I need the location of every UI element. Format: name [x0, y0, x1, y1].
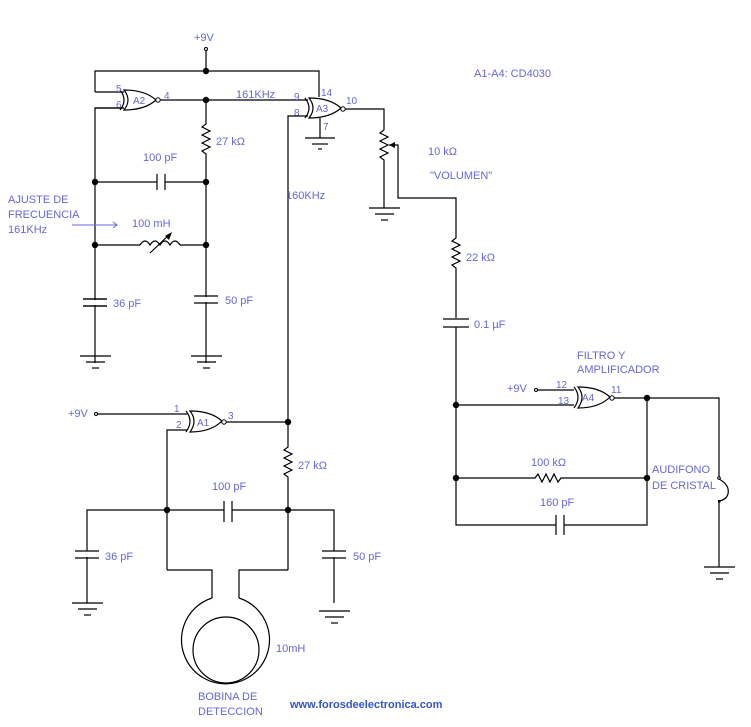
freq-det-label: 160KHz — [286, 190, 325, 202]
cap-value: 50 pF — [353, 551, 381, 563]
pin-label: 10 — [346, 96, 358, 107]
freq-ref-label: 161KHz — [236, 89, 275, 101]
detection-coil-icon: 10mH BOBINA DE DETECCION — [167, 569, 305, 718]
adjust-note: AJUSTE DE FRECUENCIA 161KHz — [8, 194, 118, 236]
cap-100pf-det: 100 pF — [86, 481, 335, 603]
earphone-label: DE CRISTAL — [652, 480, 716, 492]
cap-value: 36 pF — [113, 298, 141, 310]
earphone-label: AUDIFONO — [652, 464, 711, 476]
resistor-value: 27 kΩ — [298, 460, 327, 472]
ground-icon — [72, 602, 103, 616]
schematic: +9V A2 5 6 4 161KHz 27 kΩ 100 pF 100 mH … — [8, 32, 735, 718]
pot-label: "VOLUMEN" — [430, 170, 492, 182]
pot-value: 10 kΩ — [428, 146, 457, 158]
adjust-note-line: FRECUENCIA — [8, 209, 80, 221]
pin-label: 1 — [174, 404, 180, 415]
cap-160pf: 160 pF — [540, 497, 575, 535]
resistor-27k-ref: 27 kΩ — [200, 100, 245, 182]
adjust-note-line: 161KHz — [8, 224, 47, 236]
cap-0.1uf: 0.1 µF — [443, 318, 506, 331]
supply-top-label: +9V — [194, 32, 215, 44]
cap-36pf-det: 36 pF — [75, 550, 133, 563]
potentiometer-10k[interactable]: 10 kΩ "VOLUMEN" — [378, 129, 492, 235]
pin-label: 13 — [558, 396, 570, 407]
pin-label: 14 — [321, 88, 333, 99]
cap-value: 36 pF — [105, 551, 133, 563]
inductor-100mh: 100 mH — [91, 218, 210, 254]
resistor-value: 27 kΩ — [216, 136, 245, 148]
filter-label: AMPLIFICADOR — [577, 364, 660, 376]
coil-label: DETECCION — [198, 706, 263, 718]
gate-a2-label: A2 — [133, 96, 146, 107]
adjust-note-line: AJUSTE DE — [8, 194, 69, 206]
ground-icon — [704, 566, 735, 580]
resistor-value: 100 kΩ — [531, 457, 566, 469]
resistor-27k-det: 27 kΩ — [282, 422, 327, 570]
pin-label: 5 — [116, 84, 122, 95]
cap-value: 50 pF — [225, 295, 253, 307]
a1-supply-label: +9V — [68, 408, 89, 420]
pin-label: 7 — [323, 122, 329, 133]
cap-value: 0.1 µF — [474, 319, 506, 331]
gate-a1: +9V A1 1 2 3 — [68, 404, 292, 570]
pin-label: 6 — [116, 100, 122, 111]
pin-label: 9 — [294, 92, 300, 103]
pin-label: 12 — [556, 380, 568, 391]
a4-supply-label: +9V — [507, 383, 528, 395]
gate-a2: A2 5 6 4 161KHz — [95, 84, 308, 111]
cap-50pf-ref: 50 pF — [194, 295, 253, 307]
supply-terminal — [204, 47, 208, 51]
gate-a1-label: A1 — [197, 418, 210, 429]
pin-label: 2 — [176, 420, 182, 431]
resistor-value: 22 kΩ — [466, 252, 495, 264]
pin-label: 3 — [228, 411, 234, 422]
earphone-icon: AUDIFONO DE CRISTAL — [652, 464, 729, 567]
cap-50pf-det: 50 pF — [322, 550, 381, 563]
cap-value: 160 pF — [540, 497, 575, 509]
cap-value: 100 pF — [212, 481, 247, 493]
coil-value: 10mH — [276, 643, 305, 655]
cap-100pf-ref: 100 pF — [91, 152, 210, 190]
pin-label: 11 — [611, 385, 622, 396]
pin-label: 8 — [294, 108, 300, 119]
gate-a4: FILTRO Y AMPLIFICADOR +9V A4 12 13 11 — [452, 350, 720, 478]
ground-icon — [369, 207, 400, 221]
resistor-100k: 100 kΩ — [452, 457, 651, 484]
gate-a4-label: A4 — [582, 393, 595, 404]
ic-note: A1-A4: CD4030 — [474, 68, 551, 80]
ground-icon — [319, 610, 350, 624]
filter-label: FILTRO Y — [577, 350, 626, 362]
inductor-value: 100 mH — [132, 218, 171, 230]
supply-top: +9V — [94, 32, 320, 97]
website-link[interactable]: www.forosdeelectronica.com — [289, 699, 443, 711]
gate-a3: A3 9 8 10 14 7 160KHz — [286, 88, 358, 421]
gate-a3-label: A3 — [316, 104, 329, 115]
cap-value: 100 pF — [143, 152, 178, 164]
coil-label: BOBINA DE — [198, 691, 257, 703]
resistor-22k: 22 kΩ — [450, 235, 495, 318]
